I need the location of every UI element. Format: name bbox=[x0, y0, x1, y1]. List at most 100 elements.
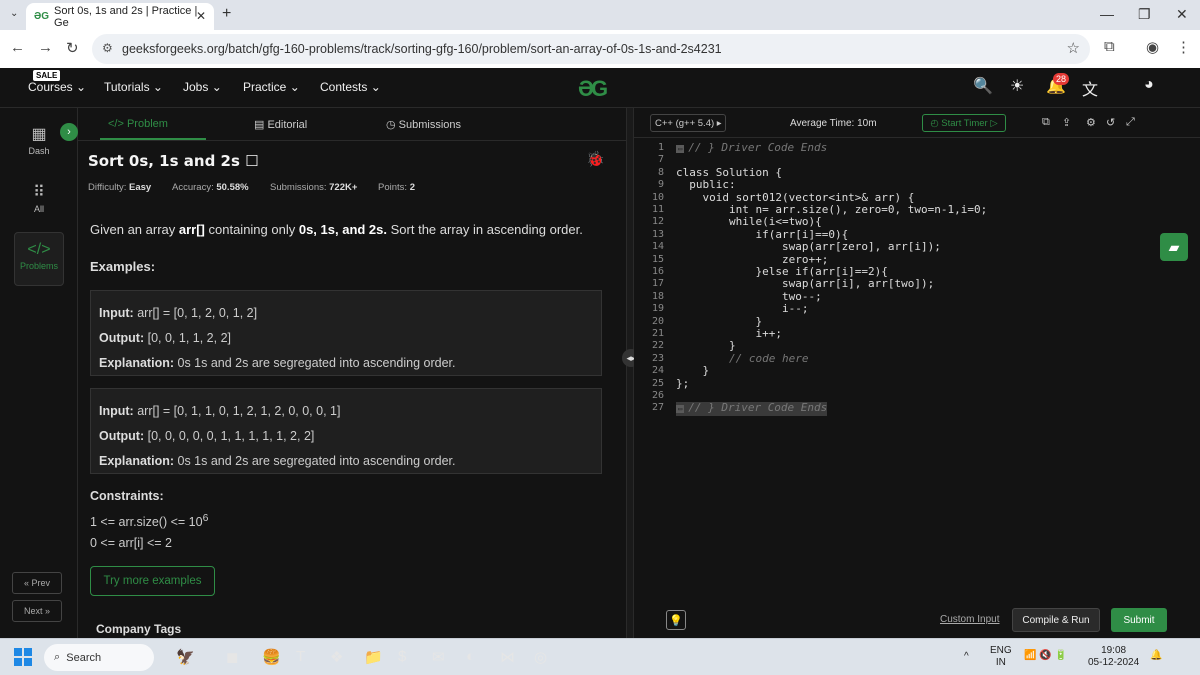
notification-bell-icon[interactable]: 🔔 bbox=[1150, 650, 1162, 662]
vscode-icon[interactable]: ⋈ bbox=[500, 648, 515, 666]
tab-search-chevron-icon[interactable]: ⌄ bbox=[10, 8, 18, 19]
site-info-icon[interactable]: ⚙ bbox=[102, 41, 113, 55]
tab-submissions[interactable]: ◷ Submissions bbox=[386, 118, 461, 131]
bookmark-icon[interactable]: ☐ bbox=[245, 152, 258, 170]
line-number: 1 bbox=[657, 142, 664, 153]
windows-start-icon[interactable] bbox=[14, 648, 32, 666]
sidebar-item-all[interactable]: ⠿ All bbox=[14, 178, 64, 222]
file-explorer-icon[interactable]: 📁 bbox=[364, 648, 383, 666]
browser-tab-active[interactable]: ƏG Sort 0s, 1s and 2s | Practice | Ge ✕ bbox=[26, 3, 214, 30]
code-line[interactable]: 7 bbox=[634, 154, 1200, 166]
settings-icon[interactable]: ⚙ bbox=[1086, 116, 1096, 129]
sidebar-item-problems[interactable]: </> Problems bbox=[14, 232, 64, 286]
url-bar[interactable]: ⚙ geeksforgeeks.org/batch/gfg-160-proble… bbox=[92, 34, 1090, 64]
upload-icon[interactable]: ⇪ bbox=[1062, 116, 1071, 129]
left-sidebar: ▦ Dash ⠿ All </> Problems « Prev Next » bbox=[0, 108, 78, 638]
line-number: 12 bbox=[651, 216, 664, 228]
app-icon[interactable]: ◼ bbox=[226, 648, 238, 666]
notification-count: 28 bbox=[1053, 73, 1070, 85]
reload-icon[interactable]: ↻ bbox=[66, 39, 79, 57]
sidebar-item-dash[interactable]: ▦ Dash bbox=[14, 120, 64, 164]
code-line[interactable]: 19 i--; bbox=[634, 302, 1200, 315]
minimize-icon[interactable]: — bbox=[1100, 6, 1114, 22]
code-line[interactable]: 27 ▭// } Driver Code Ends bbox=[634, 402, 1200, 416]
example-1: Input: arr[] = [0, 1, 2, 0, 1, 2] Output… bbox=[90, 290, 602, 376]
nav-courses[interactable]: Courses ⌄ bbox=[28, 80, 86, 94]
app-icon[interactable]: 🍔 bbox=[262, 648, 281, 666]
fullscreen-icon[interactable]: ⤢ bbox=[1126, 116, 1135, 129]
chat-icon[interactable]: ▰ bbox=[1160, 233, 1188, 261]
gfg-favicon-icon: ƏG bbox=[34, 11, 50, 22]
submit-button[interactable]: Submit bbox=[1111, 608, 1167, 632]
site-navbar: SALE Courses ⌄ Tutorials ⌄ Jobs ⌄ Practi… bbox=[0, 68, 1200, 108]
start-timer-button[interactable]: ◴ Start Timer ▷ bbox=[922, 114, 1006, 132]
code-line[interactable]: 1 ▭// } Driver Code Ends bbox=[634, 141, 1200, 154]
code-line[interactable]: 25}; bbox=[634, 377, 1200, 390]
restore-icon[interactable]: ❐ bbox=[1138, 6, 1151, 23]
nav-tutorials[interactable]: Tutorials ⌄ bbox=[104, 80, 163, 94]
widget-icon[interactable]: 🦅 bbox=[176, 648, 195, 666]
code-text: while(i<=two){ bbox=[676, 215, 822, 229]
next-button[interactable]: Next » bbox=[12, 600, 62, 622]
code-text: } bbox=[676, 364, 710, 378]
report-bug-icon[interactable]: 🐞 bbox=[586, 150, 605, 168]
teams-icon[interactable]: T bbox=[296, 648, 305, 665]
line-number: 18 bbox=[651, 290, 664, 302]
extensions-icon[interactable]: ⧉ bbox=[1104, 38, 1115, 55]
app-icon[interactable]: $ bbox=[398, 648, 406, 665]
expand-sidebar-icon[interactable]: › bbox=[60, 123, 78, 141]
clock[interactable]: 19:08 05-12-2024 bbox=[1088, 645, 1139, 669]
nav-contests[interactable]: Contests ⌄ bbox=[320, 80, 381, 94]
custom-input-link[interactable]: Custom Input bbox=[940, 614, 999, 625]
language-select[interactable]: C++ (g++ 5.4) ▸ bbox=[650, 114, 726, 132]
gfg-logo[interactable]: ƏG bbox=[578, 76, 608, 102]
search-icon[interactable]: 🔍 bbox=[973, 76, 993, 96]
code-editor[interactable]: 1 ▭// } Driver Code Ends 7 8 class Solution … bbox=[634, 138, 1200, 598]
line-number: 11 bbox=[651, 204, 664, 215]
user-avatar[interactable]: ◕ bbox=[1144, 76, 1154, 94]
code-text: ▭// } Driver Code Ends bbox=[676, 141, 828, 154]
dropbox-icon[interactable]: ❖ bbox=[330, 648, 343, 666]
panel-splitter[interactable] bbox=[626, 108, 634, 638]
address-bar-row: ← → ↻ ⚙ geeksforgeeks.org/batch/gfg-160-… bbox=[0, 30, 1200, 68]
code-line[interactable]: 14 swap(arr[zero], arr[i]); bbox=[634, 240, 1200, 253]
nav-practice[interactable]: Practice ⌄ bbox=[243, 80, 300, 94]
browser-menu-icon[interactable]: ⋮ bbox=[1176, 38, 1191, 56]
close-tab-icon[interactable]: ✕ bbox=[196, 9, 206, 23]
tab-problem[interactable]: </> Problem bbox=[108, 118, 168, 130]
edge-icon[interactable]: ◐ bbox=[466, 648, 475, 665]
hint-bulb-icon[interactable]: 💡 bbox=[666, 610, 686, 630]
compile-run-button[interactable]: Compile & Run bbox=[1012, 608, 1100, 632]
try-more-examples-button[interactable]: Try more examples bbox=[90, 566, 215, 596]
theme-toggle-icon[interactable]: ☀ bbox=[1010, 76, 1024, 96]
fold-marker-icon[interactable]: ▭ bbox=[676, 405, 685, 414]
code-line[interactable]: 22 } bbox=[634, 339, 1200, 352]
prev-button[interactable]: « Prev bbox=[12, 572, 62, 594]
back-icon[interactable]: ← bbox=[10, 39, 25, 56]
code-text: public: bbox=[676, 178, 736, 192]
profile-avatar-icon[interactable]: ◉ bbox=[1146, 38, 1159, 56]
taskbar-search[interactable]: ⌕ Search bbox=[44, 644, 154, 671]
nav-jobs[interactable]: Jobs ⌄ bbox=[183, 80, 222, 94]
language-indicator[interactable]: ENG IN bbox=[990, 645, 1012, 669]
new-tab-icon[interactable]: + bbox=[222, 5, 231, 23]
tab-editorial[interactable]: ▤ Editorial bbox=[254, 118, 307, 131]
copy-icon[interactable]: ⧉ bbox=[1042, 116, 1050, 129]
translate-icon[interactable]: 文 bbox=[1082, 76, 1098, 100]
wifi-sound-battery-icon[interactable]: 📶 🔇 🔋 bbox=[1024, 650, 1067, 662]
code-line[interactable]: 23 // code here bbox=[634, 352, 1200, 365]
reset-icon[interactable]: ↺ bbox=[1106, 116, 1115, 129]
forward-icon[interactable]: → bbox=[38, 39, 53, 56]
fold-marker-icon[interactable]: ▭ bbox=[676, 145, 685, 153]
code-line[interactable]: 12 while(i<=two){ bbox=[634, 215, 1200, 229]
bookmark-star-icon[interactable]: ☆ bbox=[1067, 39, 1080, 57]
code-line[interactable]: 17 swap(arr[i], arr[two]); bbox=[634, 277, 1200, 290]
line-number: 14 bbox=[651, 241, 664, 253]
code-line[interactable]: 24 } bbox=[634, 364, 1200, 378]
code-line[interactable]: 9 public: bbox=[634, 178, 1200, 192]
tray-chevron-icon[interactable]: ^ bbox=[964, 651, 969, 663]
chrome-icon[interactable]: ◎ bbox=[534, 648, 547, 666]
close-window-icon[interactable]: ✕ bbox=[1176, 6, 1188, 23]
line-number: 7 bbox=[657, 154, 664, 166]
mail-icon[interactable]: ✉ bbox=[432, 648, 445, 666]
